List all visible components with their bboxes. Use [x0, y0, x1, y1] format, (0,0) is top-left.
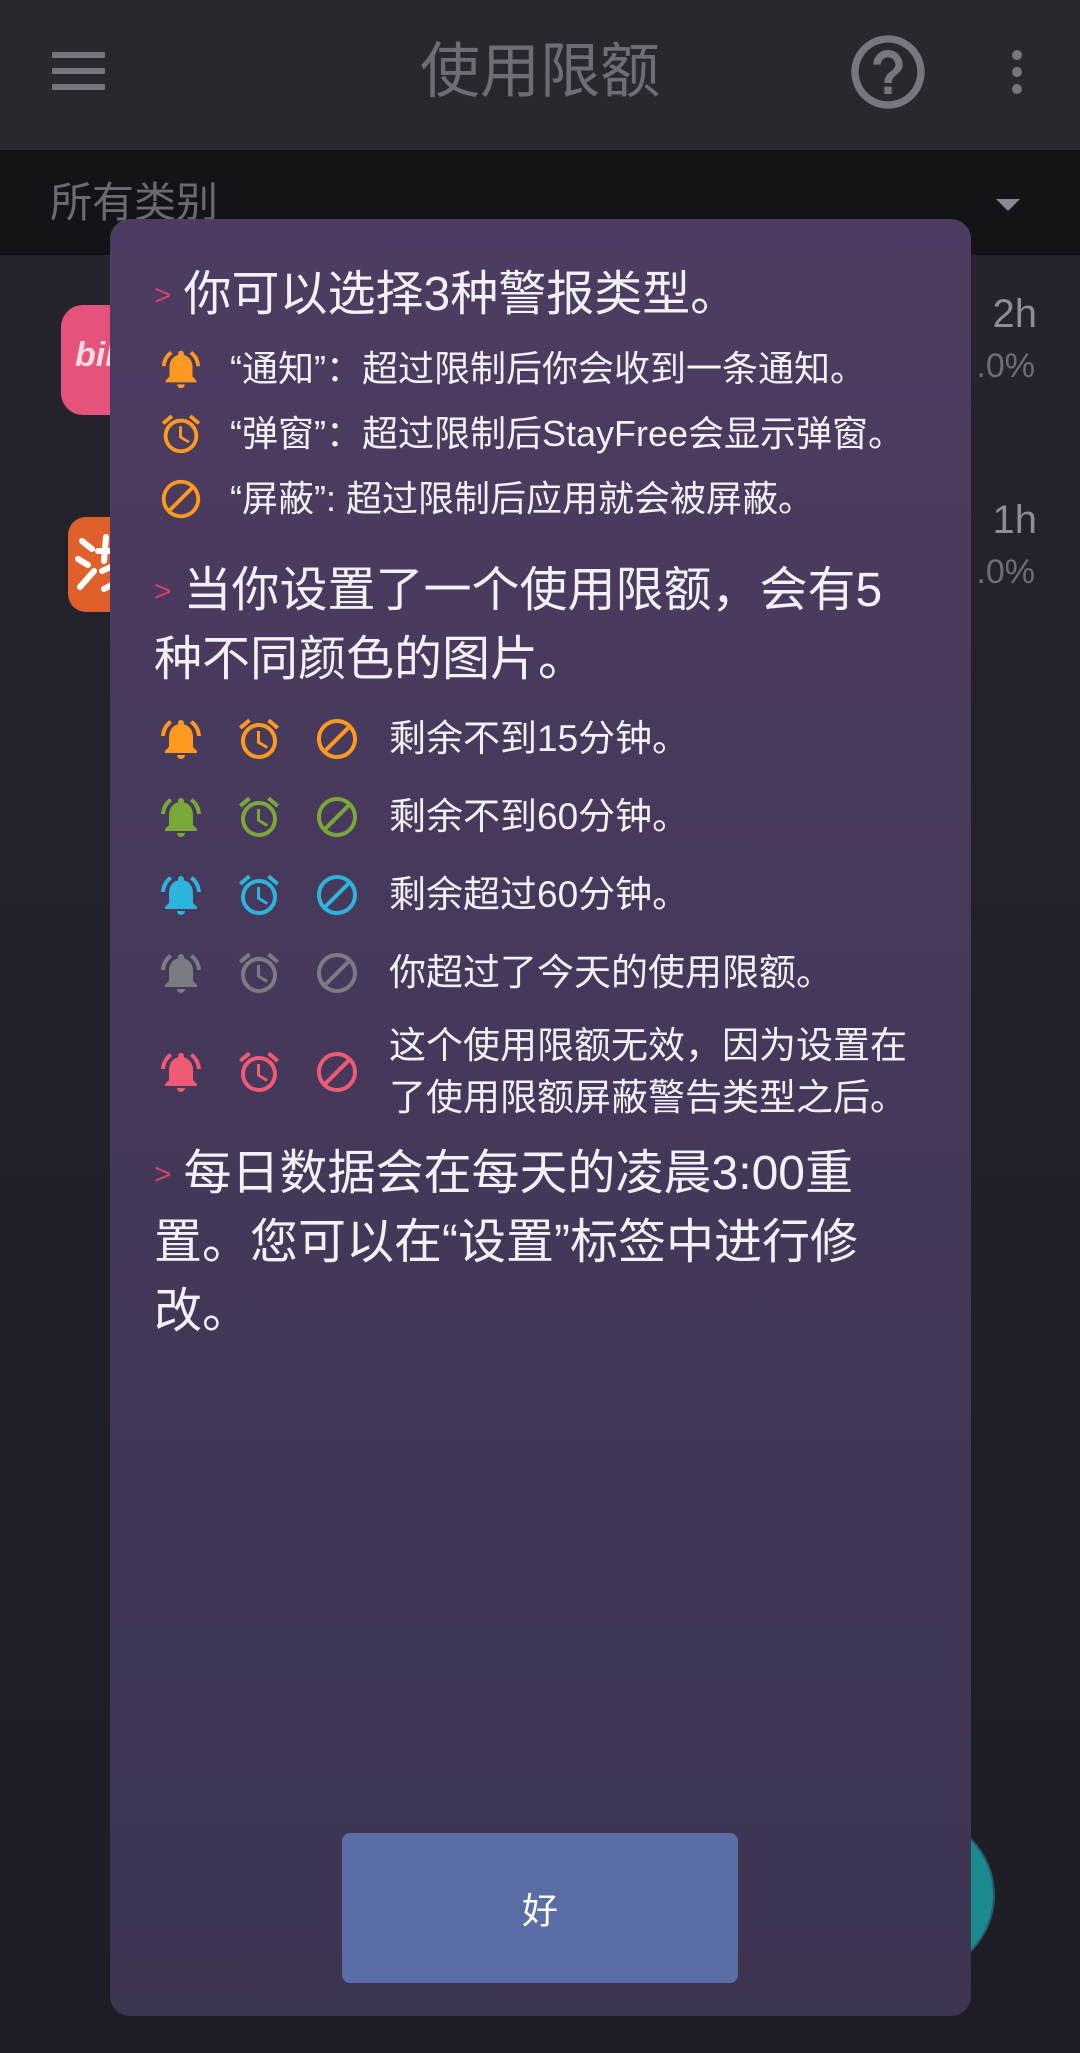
alarm-icon — [235, 871, 283, 919]
bullet-marker: > — [154, 279, 172, 312]
dialog-heading-alert-types: > 你可以选择3种警报类型。 — [154, 268, 739, 321]
usage-percent: .0% — [976, 347, 1035, 385]
alarm-icon — [235, 793, 283, 841]
color-legend-text: 剩余不到60分钟。 — [389, 796, 690, 837]
block-icon — [313, 1048, 361, 1096]
color-legend-row: 这个使用限额无效，因为设置在了使用限额屏蔽警告类型之后。 — [154, 1020, 944, 1124]
bell-icon — [157, 1048, 205, 1096]
color-legend-text: 剩余不到15分钟。 — [389, 718, 690, 759]
bullet-marker: > — [154, 1158, 172, 1191]
usage-duration: 2h — [992, 292, 1038, 336]
color-legend-text: 剩余超过60分钟。 — [389, 874, 690, 915]
block-icon — [313, 871, 361, 919]
usage-percent: .0% — [976, 553, 1035, 591]
bullet-marker: > — [154, 575, 172, 608]
bell-icon — [157, 949, 205, 997]
color-legend-text: 你超过了今天的使用限额。 — [389, 952, 833, 993]
alert-type-popup: “弹窗”：超过限制后StayFree会显示弹窗。 — [154, 409, 920, 459]
alert-type-text: “通知”：超过限制后你会收到一条通知。 — [230, 348, 866, 389]
alarm-icon — [235, 1048, 283, 1096]
block-icon — [154, 475, 208, 523]
alert-type-block: “屏蔽”: 超过限制后应用就会被屏蔽。 — [154, 474, 920, 524]
alert-type-text: “屏蔽”: 超过限制后应用就会被屏蔽。 — [230, 478, 814, 519]
dropdown-arrow-icon — [996, 199, 1020, 211]
alert-type-notification: “通知”：超过限制后你会收到一条通知。 — [154, 344, 920, 394]
dialog-heading-colors: > 当你设置了一个使用限额，会有5种不同颜色的图片。 — [154, 564, 883, 686]
color-legend-row: 剩余超过60分钟。 — [154, 864, 944, 926]
dialog-heading-reset: > 每日数据会在每天的凌晨3:00重置。您可以在“设置”标签中进行修改。 — [154, 1147, 858, 1338]
color-legend-row: 剩余不到15分钟。 — [154, 708, 944, 770]
help-circle-icon[interactable] — [844, 28, 932, 116]
more-vert-icon[interactable] — [1004, 44, 1030, 100]
alert-types-dialog: > 你可以选择3种警报类型。 “通知”：超过限制后你会收到一条通知。 “弹窗”：超… — [110, 219, 971, 2016]
bell-icon — [157, 871, 205, 919]
block-icon — [313, 949, 361, 997]
alarm-icon — [235, 949, 283, 997]
ok-button[interactable]: 好 — [342, 1833, 738, 1983]
usage-duration: 1h — [992, 498, 1038, 542]
app-bar: 使用限额 — [0, 0, 1080, 150]
color-legend-text: 这个使用限额无效，因为设置在了使用限额屏蔽警告类型之后。 — [389, 1025, 907, 1118]
alarm-icon — [154, 410, 208, 458]
bell-icon — [154, 345, 208, 393]
color-legend-row: 剩余不到60分钟。 — [154, 786, 944, 848]
block-icon — [313, 715, 361, 763]
bell-icon — [157, 715, 205, 763]
alarm-icon — [235, 715, 283, 763]
usage-limits-screen: 使用限额 所有类别 bili 2h .0% 1h .0% > 你可以选择3种警报类… — [0, 0, 1080, 2053]
bell-icon — [157, 793, 205, 841]
color-legend-row: 你超过了今天的使用限额。 — [154, 942, 944, 1004]
alert-type-text: “弹窗”：超过限制后StayFree会显示弹窗。 — [230, 413, 905, 454]
block-icon — [313, 793, 361, 841]
